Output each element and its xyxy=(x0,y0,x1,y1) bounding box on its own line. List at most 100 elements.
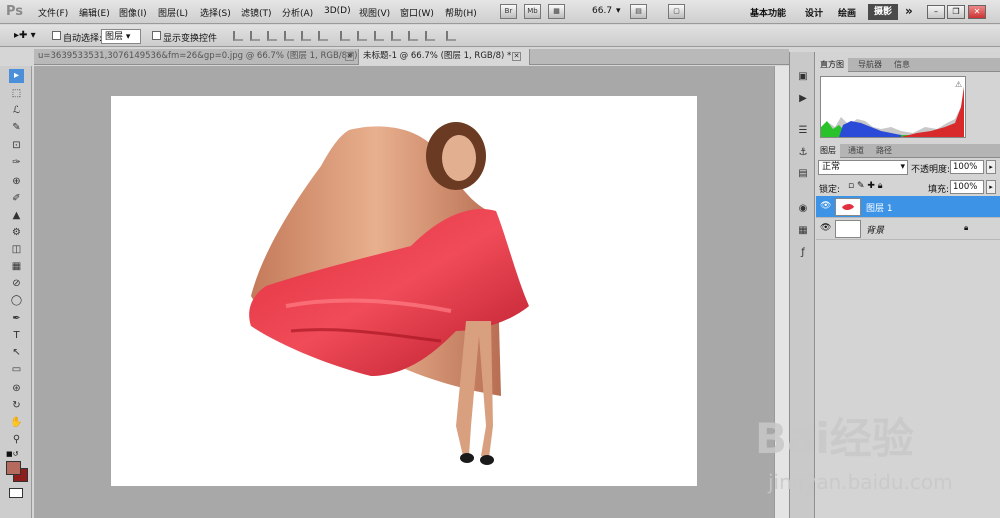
menu-3d[interactable]: 3D(D) xyxy=(324,6,351,16)
tab-histogram[interactable]: 直方图 xyxy=(816,58,848,72)
fill-input[interactable]: 100% xyxy=(950,180,984,194)
shape-tool-icon[interactable]: ▭ xyxy=(9,363,24,377)
quick-mask-icon[interactable] xyxy=(9,488,23,498)
layer-row-1[interactable]: 👁︎ 图层 1 xyxy=(816,196,1000,218)
menu-layer[interactable]: 图层(L) xyxy=(158,6,188,19)
options-bar: ▸✚ ▾ 自动选择: 图层 ▾ 显示变换控件 xyxy=(0,25,1000,47)
fill-slider-button[interactable]: ▸ xyxy=(986,180,996,194)
menu-analysis[interactable]: 分析(A) xyxy=(282,6,313,19)
workspace-painting[interactable]: 绘画 xyxy=(838,6,856,19)
lasso-tool-icon[interactable]: ℒ xyxy=(9,104,24,118)
crop-tool-icon[interactable]: ⊡ xyxy=(9,139,24,153)
menu-edit[interactable]: 编辑(E) xyxy=(79,6,110,19)
close-icon[interactable]: ✕ xyxy=(512,52,521,61)
3d-rotate-tool-icon[interactable]: ⊛ xyxy=(9,382,24,396)
menu-image[interactable]: 图像(I) xyxy=(119,6,147,19)
tab-channels[interactable]: 通道 xyxy=(844,144,868,158)
opacity-input[interactable]: 100% xyxy=(950,160,984,174)
document-canvas[interactable] xyxy=(111,96,697,486)
bridge-button[interactable]: Br xyxy=(500,4,517,19)
history-panel-icon[interactable]: ▣ xyxy=(795,70,811,84)
blend-mode-dropdown[interactable]: 正常 ▾ xyxy=(818,160,908,175)
tab-paths[interactable]: 路径 xyxy=(872,144,896,158)
clone-source-panel-icon[interactable]: ▤ xyxy=(795,167,811,181)
chevron-down-icon[interactable]: ▾ xyxy=(616,6,621,16)
history-brush-tool-icon[interactable]: ⚙ xyxy=(9,226,24,240)
hand-tool-icon[interactable]: ✋ xyxy=(9,416,24,430)
eyedropper-tool-icon[interactable]: ✑ xyxy=(9,156,24,170)
healing-brush-tool-icon[interactable]: ⊕ xyxy=(9,175,24,189)
tab-layers[interactable]: 图层 xyxy=(816,144,840,158)
fx-panel-icon[interactable]: ƒ xyxy=(795,246,811,260)
path-selection-tool-icon[interactable]: ↖ xyxy=(9,346,24,360)
show-transform-checkbox[interactable] xyxy=(152,31,161,40)
distribute-right-icon[interactable] xyxy=(425,31,435,41)
minimize-button[interactable]: – xyxy=(927,5,945,19)
clone-stamp-tool-icon[interactable]: ▲ xyxy=(9,209,24,223)
workspace-design[interactable]: 设计 xyxy=(805,6,823,19)
close-icon[interactable]: ✕ xyxy=(345,52,354,61)
move-tool-icon[interactable]: ▸ xyxy=(9,69,24,83)
type-tool-icon[interactable]: T xyxy=(9,329,24,343)
distribute-top-icon[interactable] xyxy=(340,31,350,41)
mini-bridge-button[interactable]: Mb xyxy=(524,4,541,19)
workspace-photography[interactable]: 摄影 xyxy=(868,4,898,20)
brush-tool-icon[interactable]: ✐ xyxy=(9,192,24,206)
masks-panel-icon[interactable]: ⚓ xyxy=(795,146,811,160)
tab-document-jpg[interactable]: u=3639533531,3076149536&fm=26&gp=0.jpg @… xyxy=(34,49,364,65)
close-button[interactable]: ✕ xyxy=(968,5,986,19)
eye-icon[interactable]: 👁︎ xyxy=(820,201,831,211)
move-tool-preset-icon[interactable]: ▸✚ ▾ xyxy=(14,30,36,41)
eraser-tool-icon[interactable]: ◫ xyxy=(9,243,24,257)
tab-document-untitled[interactable]: 未标题-1 @ 66.7% (图层 1, RGB/8) * xyxy=(358,49,530,65)
zoom-level[interactable]: 66.7 xyxy=(592,6,612,16)
align-left-icon[interactable] xyxy=(284,31,294,41)
lock-icons[interactable]: ▫ ✎ ✚ 🔒︎ xyxy=(848,181,883,191)
restore-button[interactable]: ❐ xyxy=(947,5,965,19)
menu-help[interactable]: 帮助(H) xyxy=(445,6,477,19)
adjustments-panel-icon[interactable]: ☰ xyxy=(795,124,811,138)
menu-select[interactable]: 选择(S) xyxy=(200,6,231,19)
default-colors-icon[interactable]: ■↺ xyxy=(6,450,18,458)
screen-mode-button[interactable]: ▢ xyxy=(668,4,685,19)
swatches-panel-icon[interactable]: ▦ xyxy=(795,224,811,238)
menu-file[interactable]: 文件(F) xyxy=(38,6,68,19)
auto-select-dropdown[interactable]: 图层 ▾ xyxy=(101,29,141,44)
workspace-essentials[interactable]: 基本功能 xyxy=(750,6,786,19)
marquee-tool-icon[interactable]: ⬚ xyxy=(9,87,24,101)
tab-info[interactable]: 信息 xyxy=(890,58,914,72)
eye-icon[interactable]: 👁︎ xyxy=(820,223,831,233)
foreground-color-swatch[interactable] xyxy=(6,461,21,475)
opacity-slider-button[interactable]: ▸ xyxy=(986,160,996,174)
align-hcenter-icon[interactable] xyxy=(301,31,311,41)
align-right-icon[interactable] xyxy=(318,31,328,41)
quick-select-tool-icon[interactable]: ✎ xyxy=(9,121,24,135)
tab-navigator[interactable]: 导航器 xyxy=(854,58,886,72)
layer-row-background[interactable]: 👁︎ 背景 🔒︎ xyxy=(816,218,1000,240)
blur-tool-icon[interactable]: ⊘ xyxy=(9,277,24,291)
auto-align-icon[interactable] xyxy=(446,31,456,41)
align-bottom-icon[interactable] xyxy=(267,31,277,41)
distribute-vcenter-icon[interactable] xyxy=(357,31,367,41)
workspace-more-icon[interactable]: » xyxy=(905,4,913,18)
align-vcenter-icon[interactable] xyxy=(250,31,260,41)
arrange-documents-button[interactable]: ▤ xyxy=(630,4,647,19)
actions-panel-icon[interactable]: ▶ xyxy=(795,92,811,106)
3d-orbit-tool-icon[interactable]: ↻ xyxy=(9,399,24,413)
menu-view[interactable]: 视图(V) xyxy=(359,6,390,19)
menu-filter[interactable]: 滤镜(T) xyxy=(241,6,272,19)
distribute-left-icon[interactable] xyxy=(391,31,401,41)
app-logo: Ps xyxy=(6,4,24,19)
dodge-tool-icon[interactable]: ◯ xyxy=(9,294,24,308)
menu-window[interactable]: 窗口(W) xyxy=(400,6,434,19)
align-top-icon[interactable] xyxy=(233,31,243,41)
pen-tool-icon[interactable]: ✒ xyxy=(9,312,24,326)
view-extras-button[interactable]: ▦ xyxy=(548,4,565,19)
show-transform-label: 显示变换控件 xyxy=(163,34,218,44)
auto-select-checkbox[interactable] xyxy=(52,31,61,40)
zoom-tool-icon[interactable]: ⚲ xyxy=(9,433,24,447)
styles-panel-icon[interactable]: ◉ xyxy=(795,202,811,216)
distribute-bottom-icon[interactable] xyxy=(374,31,384,41)
distribute-hcenter-icon[interactable] xyxy=(408,31,418,41)
gradient-tool-icon[interactable]: ▦ xyxy=(9,260,24,274)
